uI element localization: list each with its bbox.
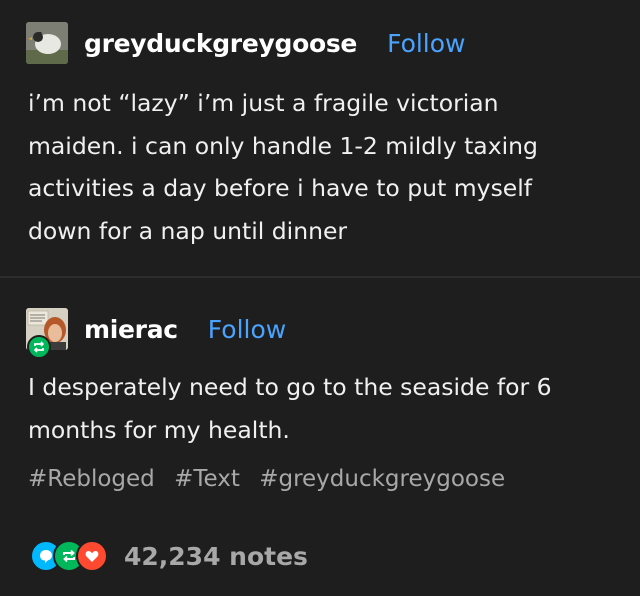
goose-avatar-icon (26, 22, 68, 64)
tag-link[interactable]: #Text (174, 466, 240, 492)
post-header: greyduckgreygoose Follow (26, 22, 466, 64)
notes-count[interactable]: 42,234 notes (124, 542, 308, 571)
text-line: activities a day before i have to put my… (28, 174, 533, 202)
heart-icon (76, 540, 108, 572)
original-post: greyduckgreygoose Follow i’m not “lazy” … (0, 0, 640, 276)
follow-button[interactable]: Follow (387, 29, 465, 58)
avatar[interactable] (26, 22, 68, 64)
post-header: mierac Follow (26, 308, 286, 350)
reblog-badge-icon (27, 335, 51, 359)
text-line: i’m not “lazy” i’m just a fragile victor… (28, 89, 499, 117)
text-line: down for a nap until dinner (28, 216, 348, 245)
username[interactable]: mierac (84, 315, 178, 344)
follow-button[interactable]: Follow (208, 315, 286, 344)
post-body: I desperately need to go to the seaside … (28, 366, 618, 451)
post-body: i’m not “lazy” i’m just a fragile victor… (28, 82, 618, 252)
text-line: months for my health. (28, 415, 290, 444)
tag-list: #Rebloged #Text #greyduckgreygoose (28, 466, 517, 492)
reblog-post: mierac Follow I desperately need to go t… (0, 278, 640, 596)
username[interactable]: greyduckgreygoose (84, 29, 357, 58)
tag-link[interactable]: #greyduckgreygoose (259, 466, 505, 492)
tag-link[interactable]: #Rebloged (28, 466, 155, 492)
text-line: I desperately need to go to the seaside … (28, 373, 552, 401)
notes-row[interactable]: 42,234 notes (30, 540, 308, 572)
text-line: maiden. i can only handle 1-2 mildly tax… (28, 131, 538, 160)
